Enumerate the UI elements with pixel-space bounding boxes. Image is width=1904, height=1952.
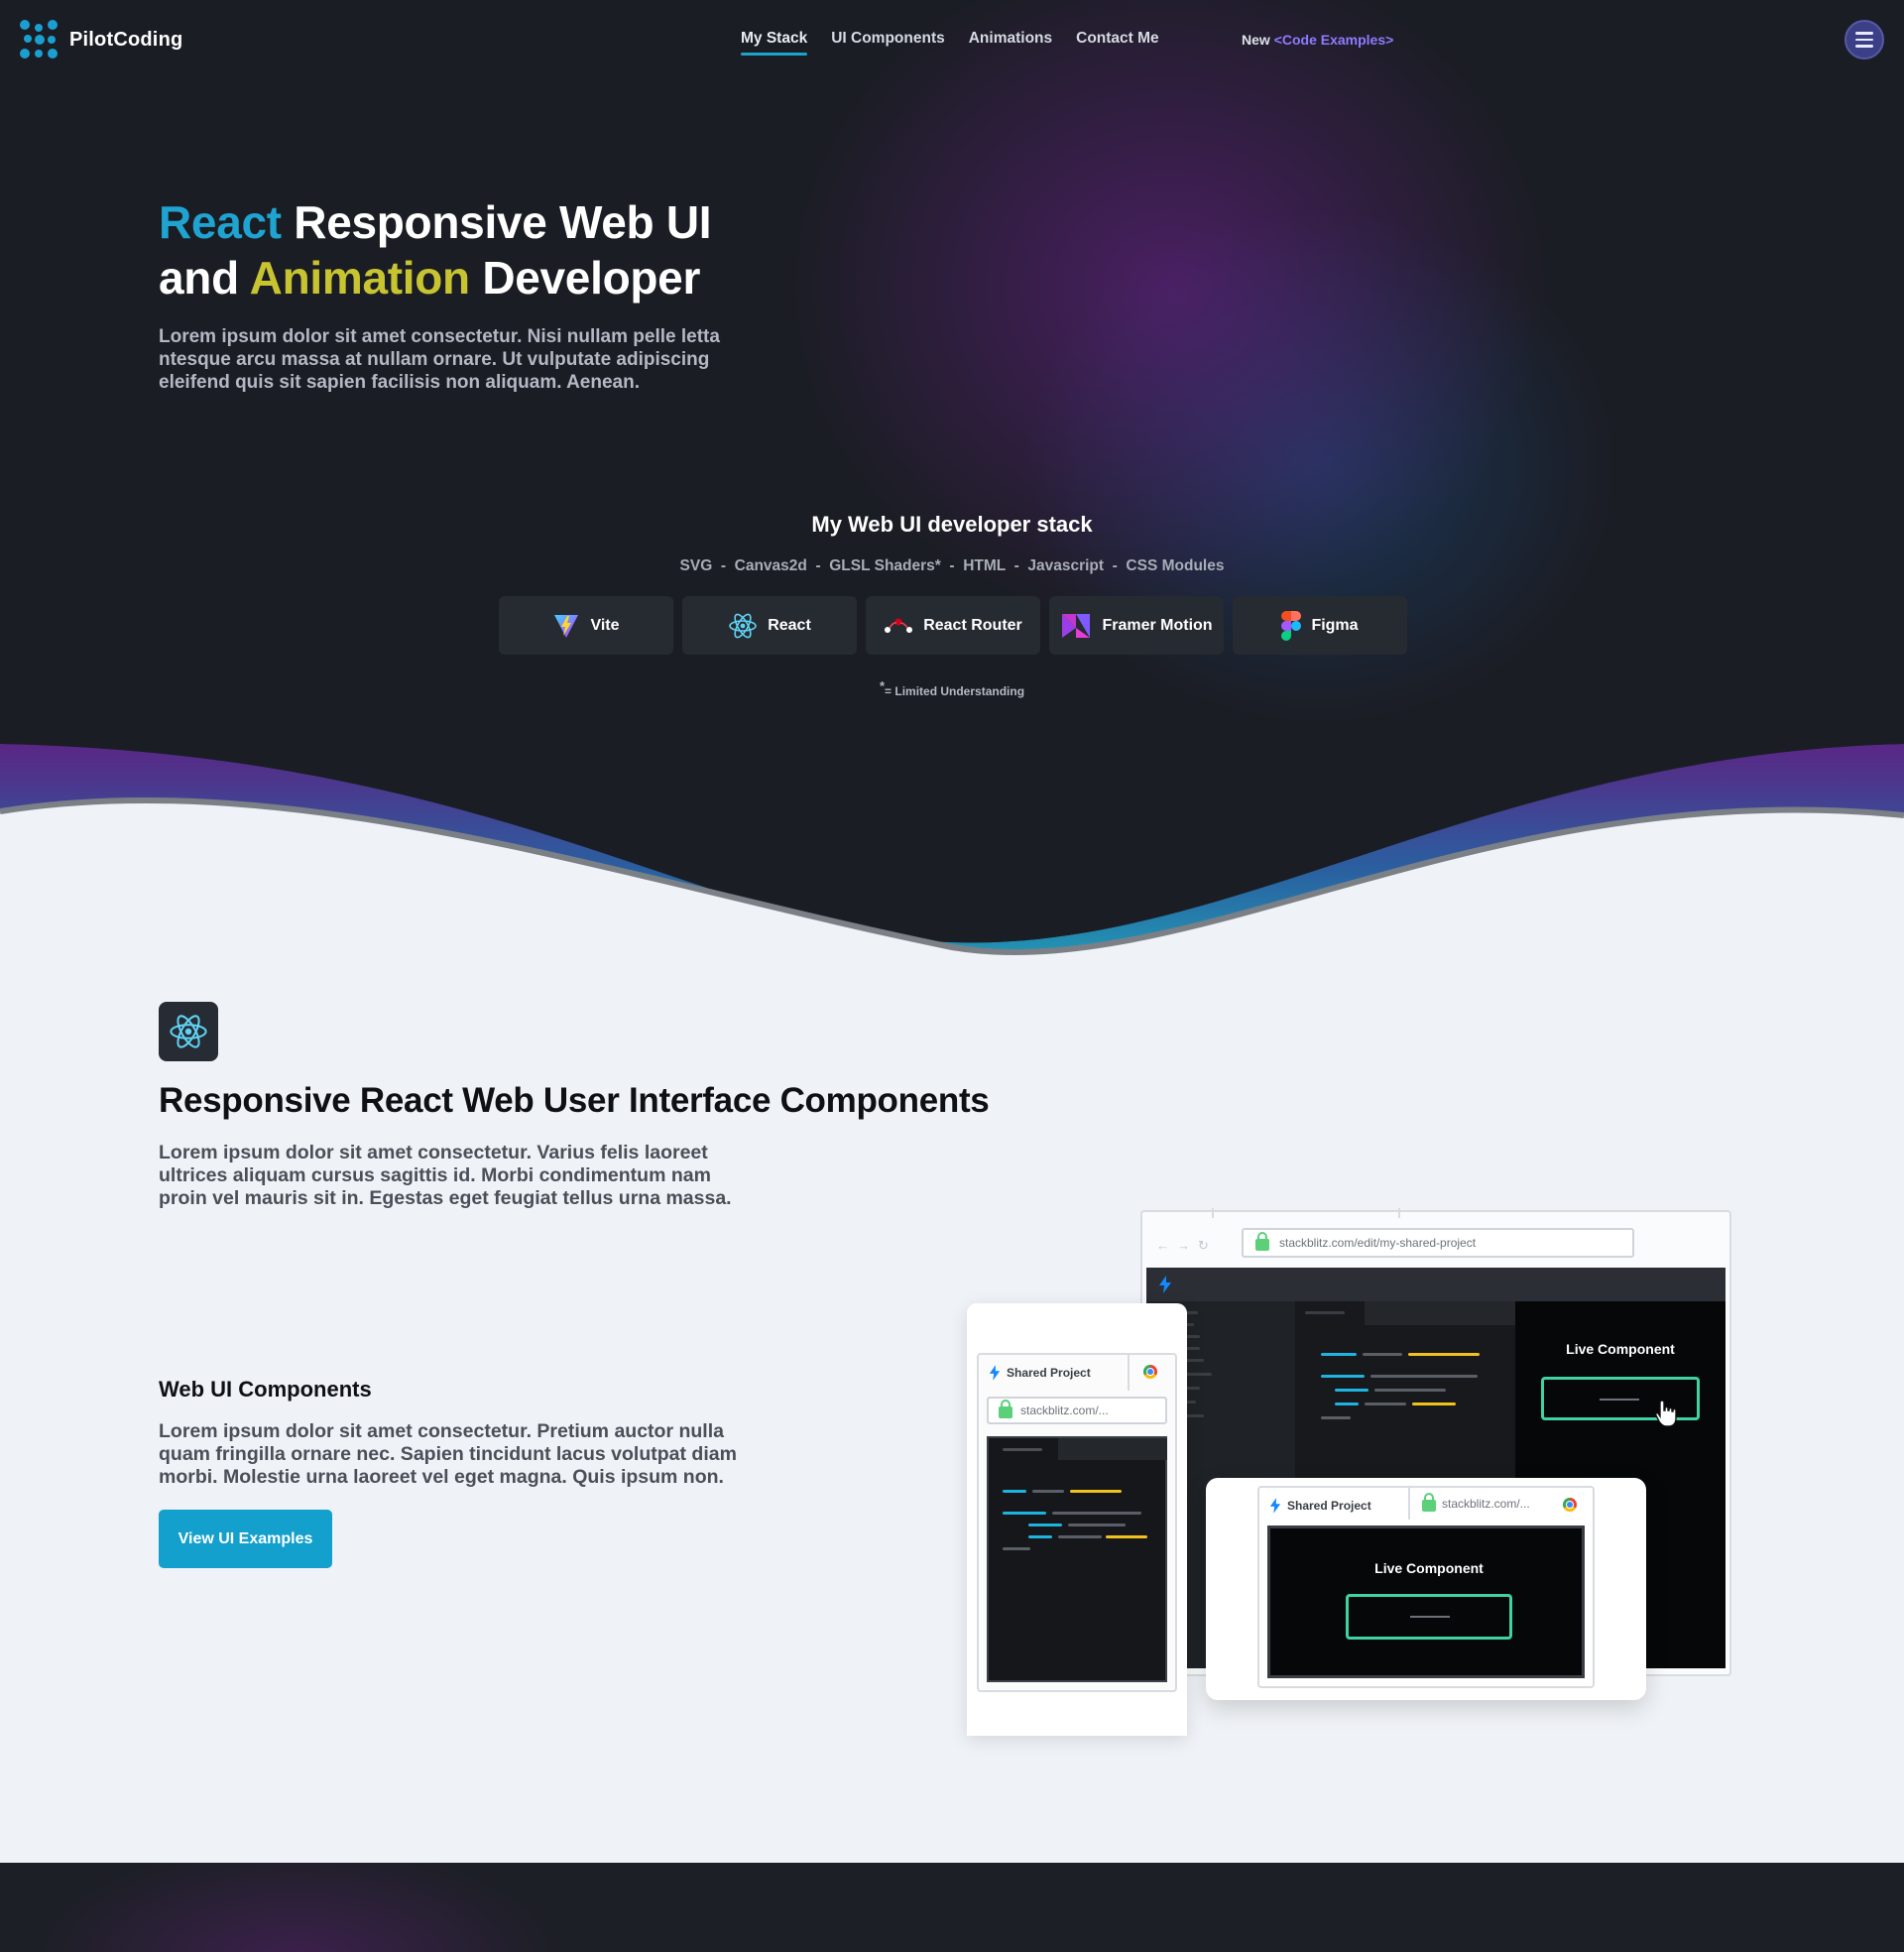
- hero-title: React Responsive Web UI and Animation Dev…: [159, 194, 912, 305]
- main-nav: My Stack UI Components Animations Contac…: [741, 30, 1159, 56]
- stack-footnote: *= Limited Understanding: [0, 678, 1904, 698]
- nav-my-stack[interactable]: My Stack: [741, 30, 808, 56]
- phone-tab: Shared Project: [989, 1365, 1091, 1381]
- react-icon: [170, 1015, 207, 1048]
- lock-icon: [1422, 1493, 1436, 1512]
- hamburger-menu-button[interactable]: [1844, 20, 1884, 60]
- hero-title-animation: Animation: [249, 252, 470, 304]
- stackblitz-bolt-icon: [989, 1365, 1001, 1381]
- tablet-live-screen: Live Component: [1267, 1525, 1585, 1678]
- framer-motion-icon: [1062, 613, 1091, 638]
- stack-button-react-router-label: React Router: [923, 616, 1022, 634]
- browser-nav-icons: ←→↻: [1156, 1238, 1217, 1253]
- lock-icon: [999, 1400, 1012, 1418]
- view-ui-examples-button[interactable]: View UI Examples: [159, 1510, 332, 1568]
- next-section-band: [0, 1863, 1904, 1952]
- tablet-mockup: Shared Project stackblitz.com/... Live C…: [1206, 1478, 1646, 1700]
- brand-logo[interactable]: PilotCoding: [20, 20, 182, 60]
- hamburger-icon: [1855, 32, 1873, 35]
- section-react-badge: [159, 1002, 218, 1061]
- stack-button-figma-label: Figma: [1311, 616, 1359, 634]
- pointer-cursor-icon: [1655, 1400, 1677, 1427]
- components-title: Responsive React Web User Interface Comp…: [159, 1081, 990, 1120]
- phone-url-bar: stackblitz.com/...: [987, 1397, 1167, 1424]
- stack-technologies: SVG - Canvas2d - GLSL Shaders* - HTML - …: [679, 557, 1225, 574]
- footnote-text: = Limited Understanding: [885, 684, 1025, 698]
- stack-title: My Web UI developer stack: [811, 512, 1093, 537]
- nav-code-examples[interactable]: New <Code Examples>: [1242, 32, 1393, 48]
- hero-title-part1: Responsive Web UI: [281, 196, 712, 248]
- nav-animations[interactable]: Animations: [969, 30, 1052, 56]
- new-label: New: [1242, 32, 1270, 48]
- react-icon: [729, 613, 758, 638]
- stack-button-vite[interactable]: Vite: [499, 596, 673, 655]
- phone-url-text: stackblitz.com/...: [1020, 1403, 1109, 1417]
- hero-title-part3: Developer: [469, 252, 701, 304]
- phone-code-screen: [987, 1436, 1167, 1682]
- hero-subtitle: Lorem ipsum dolor sit amet consectetur. …: [159, 326, 720, 393]
- desktop-url-text: stackblitz.com/edit/my-shared-project: [1279, 1236, 1477, 1250]
- hero-wave-divider: [0, 734, 1904, 972]
- stack-button-figma[interactable]: Figma: [1233, 596, 1407, 655]
- stack-button-framer-motion[interactable]: Framer Motion: [1049, 596, 1224, 655]
- hero-title-part2: and: [159, 252, 250, 304]
- stack-button-react-router[interactable]: React Router: [866, 596, 1040, 655]
- web-ui-components-title: Web UI Components: [159, 1377, 372, 1402]
- stackblitz-bolt-icon: [1269, 1498, 1281, 1514]
- top-nav: PilotCoding My Stack UI Components Anima…: [0, 0, 1904, 79]
- stack-buttons: Vite React React Router Framer Motion Fi…: [499, 596, 1407, 655]
- stackblitz-bolt-icon: [1159, 1276, 1171, 1293]
- tablet-url: stackblitz.com/...: [1422, 1493, 1530, 1512]
- tablet-tab: Shared Project: [1269, 1498, 1371, 1514]
- pilotcoding-logo-icon: [20, 20, 60, 60]
- phone-mockup: Shared Project stackblitz.com/...: [967, 1303, 1187, 1736]
- figma-icon: [1281, 610, 1302, 641]
- devices-illustration: ←→↻ stackblitz.com/edit/my-shared-projec…: [967, 1208, 1734, 1736]
- stack-button-vite-label: Vite: [590, 616, 620, 634]
- components-description: Lorem ipsum dolor sit amet consectetur. …: [159, 1142, 732, 1209]
- stack-button-framer-motion-label: Framer Motion: [1102, 616, 1213, 634]
- hero-section: PilotCoding My Stack UI Components Anima…: [0, 0, 1904, 972]
- tablet-tab-label: Shared Project: [1287, 1499, 1371, 1513]
- web-ui-components-description: Lorem ipsum dolor sit amet consectetur. …: [159, 1420, 737, 1488]
- tablet-live-component-box: [1346, 1594, 1512, 1640]
- desktop-live-component-label: Live Component: [1566, 1341, 1675, 1357]
- phone-tab-label: Shared Project: [1007, 1366, 1091, 1380]
- vite-icon: [554, 614, 579, 638]
- nav-contact-me[interactable]: Contact Me: [1076, 30, 1159, 56]
- code-examples-label: <Code Examples>: [1273, 32, 1394, 48]
- stack-button-react-label: React: [768, 616, 811, 634]
- brand-name: PilotCoding: [69, 28, 183, 51]
- desktop-url-bar: stackblitz.com/edit/my-shared-project: [1242, 1228, 1634, 1258]
- hero-title-react: React: [159, 196, 282, 248]
- nav-ui-components[interactable]: UI Components: [831, 30, 945, 56]
- tablet-url-text: stackblitz.com/...: [1442, 1497, 1530, 1511]
- react-router-icon: [885, 618, 913, 633]
- tablet-live-component-label: Live Component: [1374, 1560, 1484, 1576]
- stack-button-react[interactable]: React: [682, 596, 857, 655]
- chrome-icon: [1143, 1365, 1157, 1379]
- lock-icon: [1255, 1232, 1269, 1251]
- chrome-icon: [1563, 1498, 1577, 1512]
